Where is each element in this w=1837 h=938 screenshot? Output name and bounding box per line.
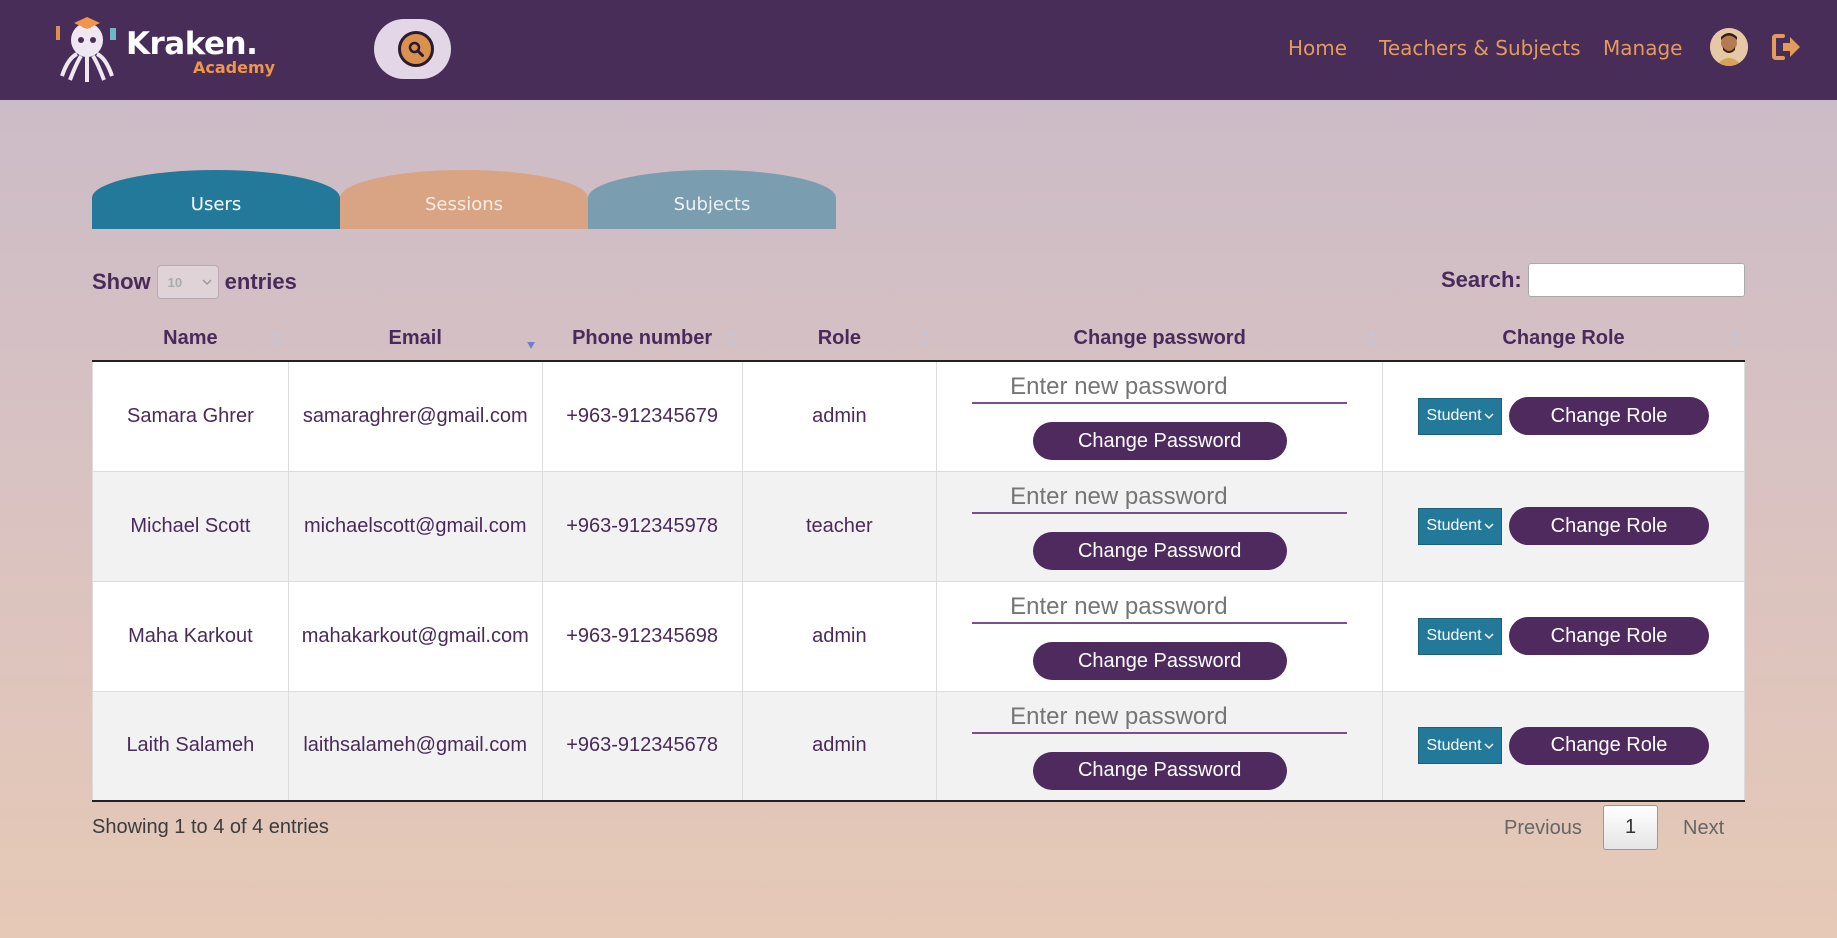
chevron-down-icon bbox=[1484, 523, 1494, 530]
sort-both-icon bbox=[1367, 331, 1376, 345]
entries-length-select[interactable]: 10 bbox=[156, 265, 219, 299]
change-password-button[interactable]: Change Password bbox=[1032, 532, 1287, 570]
cell-role: admin bbox=[741, 360, 938, 472]
cell-phone: +963-912345978 bbox=[541, 470, 743, 582]
pagination: Previous 1 Next bbox=[1490, 805, 1750, 851]
role-select[interactable]: Student bbox=[1418, 507, 1503, 545]
show-entries-control: Show 10 entries bbox=[92, 265, 297, 299]
role-controls: Student Change Role bbox=[1383, 726, 1744, 765]
user-avatar[interactable] bbox=[1710, 28, 1748, 66]
nav-home-link[interactable]: Home bbox=[1288, 36, 1347, 60]
manage-tabs: Users Sessions Subjects bbox=[92, 170, 842, 229]
new-password-input[interactable] bbox=[972, 701, 1348, 734]
cell-name: Michael Scott bbox=[92, 470, 289, 582]
role-select-value: Student bbox=[1426, 627, 1482, 644]
table-row: Laith Salameh laithsalameh@gmail.com +96… bbox=[92, 690, 1745, 802]
role-controls: Student Change Role bbox=[1383, 507, 1744, 545]
sort-both-icon bbox=[1729, 331, 1738, 345]
chevron-down-icon bbox=[1484, 743, 1494, 749]
nav-teachers-subjects-link[interactable]: Teachers & Subjects bbox=[1379, 36, 1581, 60]
pagination-next[interactable]: Next bbox=[1683, 817, 1724, 840]
cell-change-role: Student Change Role bbox=[1382, 360, 1745, 472]
column-header-role[interactable]: Role bbox=[742, 316, 937, 362]
cell-email: samaraghrer@gmail.com bbox=[287, 360, 543, 472]
change-password-button[interactable]: Change Password bbox=[1032, 751, 1287, 790]
change-role-button[interactable]: Change Role bbox=[1509, 397, 1710, 436]
role-controls: Student Change Role bbox=[1383, 397, 1744, 436]
sort-both-icon bbox=[921, 331, 930, 345]
column-header-phone[interactable]: Phone number bbox=[542, 316, 742, 362]
cell-role: admin bbox=[741, 690, 938, 802]
column-header-name[interactable]: Name bbox=[92, 316, 289, 362]
cell-phone: +963-912345679 bbox=[541, 360, 743, 472]
chevron-down-icon bbox=[202, 279, 212, 286]
role-select[interactable]: Student bbox=[1418, 397, 1503, 435]
change-password-button[interactable]: Change Password bbox=[1032, 422, 1287, 461]
cell-change-password: Change Password bbox=[936, 690, 1384, 802]
logout-icon[interactable] bbox=[1772, 33, 1802, 61]
table-row: Samara Ghrer samaraghrer@gmail.com +963-… bbox=[92, 360, 1745, 472]
avatar-image-icon bbox=[1710, 28, 1748, 66]
cell-change-role: Student Change Role bbox=[1382, 470, 1745, 582]
sort-both-icon bbox=[727, 331, 735, 345]
sort-both-icon bbox=[273, 331, 282, 345]
table-info: Showing 1 to 4 of 4 entries bbox=[92, 816, 329, 838]
cell-role: admin bbox=[741, 580, 938, 692]
cell-name: Maha Karkout bbox=[92, 580, 289, 692]
column-header-email[interactable]: Email bbox=[288, 316, 543, 362]
cell-change-role: Student Change Role bbox=[1382, 690, 1745, 802]
cell-change-password: Change Password bbox=[936, 470, 1384, 582]
tab-users[interactable]: Users bbox=[92, 170, 340, 229]
role-select[interactable]: Student bbox=[1418, 727, 1503, 765]
cell-email: mahakarkout@gmail.com bbox=[287, 580, 543, 692]
cell-change-role: Student Change Role bbox=[1382, 580, 1745, 692]
entries-label: entries bbox=[224, 269, 297, 294]
cell-email: laithsalameh@gmail.com bbox=[287, 690, 543, 802]
cell-name: Samara Ghrer bbox=[92, 360, 289, 472]
entries-length-value: 10 bbox=[167, 274, 183, 290]
role-select-value: Student bbox=[1426, 517, 1482, 534]
table-search-input[interactable] bbox=[1527, 263, 1745, 297]
tab-subjects[interactable]: Subjects bbox=[588, 170, 836, 229]
cell-name: Laith Salameh bbox=[92, 690, 289, 802]
new-password-input[interactable] bbox=[972, 372, 1348, 405]
role-select-value: Student bbox=[1426, 736, 1482, 754]
cell-phone: +963-912345678 bbox=[541, 690, 743, 802]
show-label: Show bbox=[92, 269, 151, 294]
column-header-change-password[interactable]: Change password bbox=[936, 316, 1383, 362]
new-password-input[interactable] bbox=[972, 592, 1348, 624]
table-row: Maha Karkout mahakarkout@gmail.com +963-… bbox=[92, 580, 1745, 692]
cell-email: michaelscott@gmail.com bbox=[287, 470, 543, 582]
change-role-button[interactable]: Change Role bbox=[1509, 726, 1710, 765]
pagination-previous[interactable]: Previous bbox=[1504, 817, 1582, 840]
sort-descending-icon bbox=[527, 342, 536, 349]
cell-change-password: Change Password bbox=[936, 580, 1384, 692]
nav-links: Home Teachers & Subjects Manage bbox=[0, 36, 1837, 66]
top-navbar: Kraken. Academy Home Teachers & Subjects… bbox=[0, 0, 1837, 100]
nav-manage-link[interactable]: Manage bbox=[1603, 36, 1682, 60]
cell-change-password: Change Password bbox=[936, 360, 1384, 472]
tab-sessions[interactable]: Sessions bbox=[340, 170, 588, 229]
chevron-down-icon bbox=[1484, 413, 1494, 420]
role-select-value: Student bbox=[1426, 407, 1482, 425]
table-header-row: Name Email Phone number Role Change pass… bbox=[92, 316, 1745, 362]
pagination-page-1[interactable]: 1 bbox=[1603, 805, 1658, 850]
column-header-change-role[interactable]: Change Role bbox=[1382, 316, 1745, 362]
change-role-button[interactable]: Change Role bbox=[1509, 617, 1710, 655]
chevron-down-icon bbox=[1484, 633, 1494, 640]
table-row: Michael Scott michaelscott@gmail.com +96… bbox=[92, 470, 1745, 582]
cell-phone: +963-912345698 bbox=[541, 580, 743, 692]
change-password-button[interactable]: Change Password bbox=[1032, 642, 1287, 680]
role-controls: Student Change Role bbox=[1383, 617, 1744, 655]
table-search: Search: bbox=[1441, 263, 1745, 297]
change-role-button[interactable]: Change Role bbox=[1509, 507, 1710, 545]
new-password-input[interactable] bbox=[972, 482, 1348, 514]
users-table: Name Email Phone number Role Change pass… bbox=[92, 316, 1745, 802]
role-select[interactable]: Student bbox=[1418, 617, 1503, 655]
cell-role: teacher bbox=[741, 470, 938, 582]
search-label: Search: bbox=[1441, 267, 1522, 292]
